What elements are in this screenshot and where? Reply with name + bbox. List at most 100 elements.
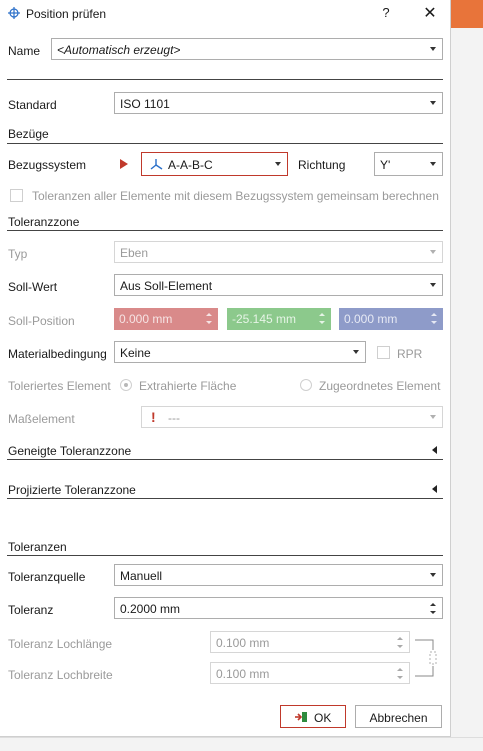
chevron-down-icon	[430, 101, 436, 105]
chevron-down-icon	[430, 162, 436, 166]
spin-down-icon[interactable]	[397, 676, 403, 679]
radio-extrahierte-flaeche-label: Extrahierte Fläche	[139, 379, 237, 393]
background-taskbar	[0, 737, 483, 751]
spin-down-icon[interactable]	[431, 321, 437, 324]
expand-left-icon[interactable]	[432, 446, 437, 454]
toleranz-value: 0.2000 mm	[120, 602, 181, 616]
help-button[interactable]: ?	[378, 5, 394, 21]
expand-left-icon[interactable]	[432, 485, 437, 493]
spin-down-icon[interactable]	[206, 321, 212, 324]
name-label: Name	[8, 44, 41, 58]
toleranz-lochlaenge-field[interactable]: 0.100 mm	[210, 631, 410, 653]
spin-down-icon[interactable]	[319, 321, 325, 324]
chevron-down-icon	[430, 573, 436, 577]
dialog-title: Position prüfen	[26, 7, 107, 21]
section-toleranzen: Toleranzen	[8, 540, 67, 554]
standard-value: ISO 1101	[120, 97, 170, 111]
spin-up-icon[interactable]	[431, 313, 437, 316]
toleriertes-element-label: Toleriertes Element	[8, 379, 111, 393]
standard-combo[interactable]: ISO 1101	[114, 92, 443, 114]
play-arrow-icon[interactable]	[120, 159, 128, 169]
close-button[interactable]: ✕	[421, 3, 439, 22]
section-toleranzzone: Toleranzzone	[8, 215, 80, 229]
soll-wert-label: Soll-Wert	[8, 280, 58, 294]
richtung-value: Y'	[380, 158, 391, 172]
chevron-down-icon	[430, 283, 436, 287]
divider	[7, 230, 443, 231]
toleranz-field[interactable]: 0.2000 mm	[114, 597, 443, 619]
masselement-value: ---	[168, 411, 180, 425]
toleranz-lochlaenge-label: Toleranz Lochlänge	[8, 637, 113, 651]
toleranz-lochbreite-field[interactable]: 0.100 mm	[210, 662, 410, 684]
background-accent	[451, 0, 483, 28]
toleranz-lochbreite-label: Toleranz Lochbreite	[8, 668, 113, 682]
toleranz-lochbreite-value: 0.100 mm	[216, 667, 270, 681]
rpr-label: RPR	[397, 347, 423, 361]
position-dialog: Position prüfen ? ✕ Name <Automatisch er…	[0, 0, 451, 737]
masselement-combo[interactable]: ! ---	[141, 406, 443, 428]
spin-down-icon[interactable]	[430, 611, 436, 614]
divider	[7, 555, 443, 556]
divider	[7, 498, 443, 499]
chevron-down-icon	[430, 415, 436, 419]
toleranz-label: Toleranz	[8, 603, 54, 617]
toleranz-lochlaenge-value: 0.100 mm	[216, 636, 270, 650]
cancel-label: Abbrechen	[369, 711, 428, 725]
typ-value: Eben	[120, 246, 149, 260]
position-y-field[interactable]: -25.145 mm	[227, 308, 331, 330]
toleranzquelle-combo[interactable]: Manuell	[114, 564, 443, 586]
divider	[7, 143, 443, 144]
masselement-label: Maßelement	[8, 412, 75, 426]
richtung-label: Richtung	[298, 158, 346, 172]
chevron-down-icon	[430, 47, 436, 51]
position-y-value: -25.145 mm	[232, 312, 297, 326]
materialbedingung-value: Keine	[120, 346, 151, 360]
chevron-down-icon	[275, 162, 281, 166]
materialbedingung-label: Materialbedingung	[8, 347, 107, 361]
warning-icon: !	[151, 409, 156, 425]
soll-wert-combo[interactable]: Aus Soll-Element	[114, 274, 443, 296]
spin-up-icon[interactable]	[397, 637, 403, 640]
bezugssystem-combo[interactable]: A-A-B-C	[141, 152, 288, 176]
typ-label: Typ	[8, 247, 28, 261]
spin-up-icon[interactable]	[397, 668, 403, 671]
name-value: <Automatisch erzeugt>	[57, 43, 181, 57]
section-geneigte-toleranzzone[interactable]: Geneigte Toleranzzone	[8, 444, 131, 458]
typ-combo[interactable]: Eben	[114, 241, 443, 263]
materialbedingung-combo[interactable]: Keine	[114, 341, 366, 363]
section-projizierte-toleranzzone[interactable]: Projizierte Toleranzzone	[8, 483, 136, 497]
richtung-combo[interactable]: Y'	[374, 152, 443, 176]
gemeinsam-checkbox[interactable]	[10, 189, 23, 202]
spin-down-icon[interactable]	[397, 645, 403, 648]
coordinate-system-icon	[150, 159, 163, 170]
title-bar: Position prüfen ? ✕	[0, 0, 450, 28]
soll-wert-value: Aus Soll-Element	[120, 279, 213, 293]
spin-up-icon[interactable]	[430, 603, 436, 606]
ok-label: OK	[314, 711, 332, 725]
chevron-down-icon	[430, 250, 436, 254]
ok-button[interactable]: OK	[280, 705, 346, 728]
position-z-field[interactable]: 0.000 mm	[339, 308, 443, 330]
divider	[7, 79, 443, 80]
position-x-field[interactable]: 0.000 mm	[114, 308, 218, 330]
confirm-icon	[295, 712, 307, 722]
spin-up-icon[interactable]	[319, 313, 325, 316]
standard-label: Standard	[8, 98, 57, 112]
spin-up-icon[interactable]	[206, 313, 212, 316]
chevron-down-icon	[353, 350, 359, 354]
position-target-icon	[8, 7, 20, 19]
bezugssystem-label: Bezugssystem	[8, 158, 87, 172]
rpr-checkbox[interactable]	[377, 346, 390, 359]
cancel-button[interactable]: Abbrechen	[355, 705, 442, 728]
position-x-value: 0.000 mm	[119, 312, 173, 326]
link-bracket-icon[interactable]	[413, 636, 439, 680]
name-combo[interactable]: <Automatisch erzeugt>	[51, 38, 443, 60]
divider	[7, 459, 443, 460]
radio-zugeordnetes-element-label: Zugeordnetes Element	[319, 379, 441, 393]
background-window	[451, 0, 483, 750]
section-bezuege: Bezüge	[8, 127, 49, 141]
toleranzquelle-value: Manuell	[120, 569, 163, 583]
gemeinsam-label: Toleranzen aller Elemente mit diesem Bez…	[32, 189, 439, 203]
radio-zugeordnetes-element[interactable]	[300, 379, 312, 391]
radio-extrahierte-flaeche[interactable]	[120, 379, 132, 391]
